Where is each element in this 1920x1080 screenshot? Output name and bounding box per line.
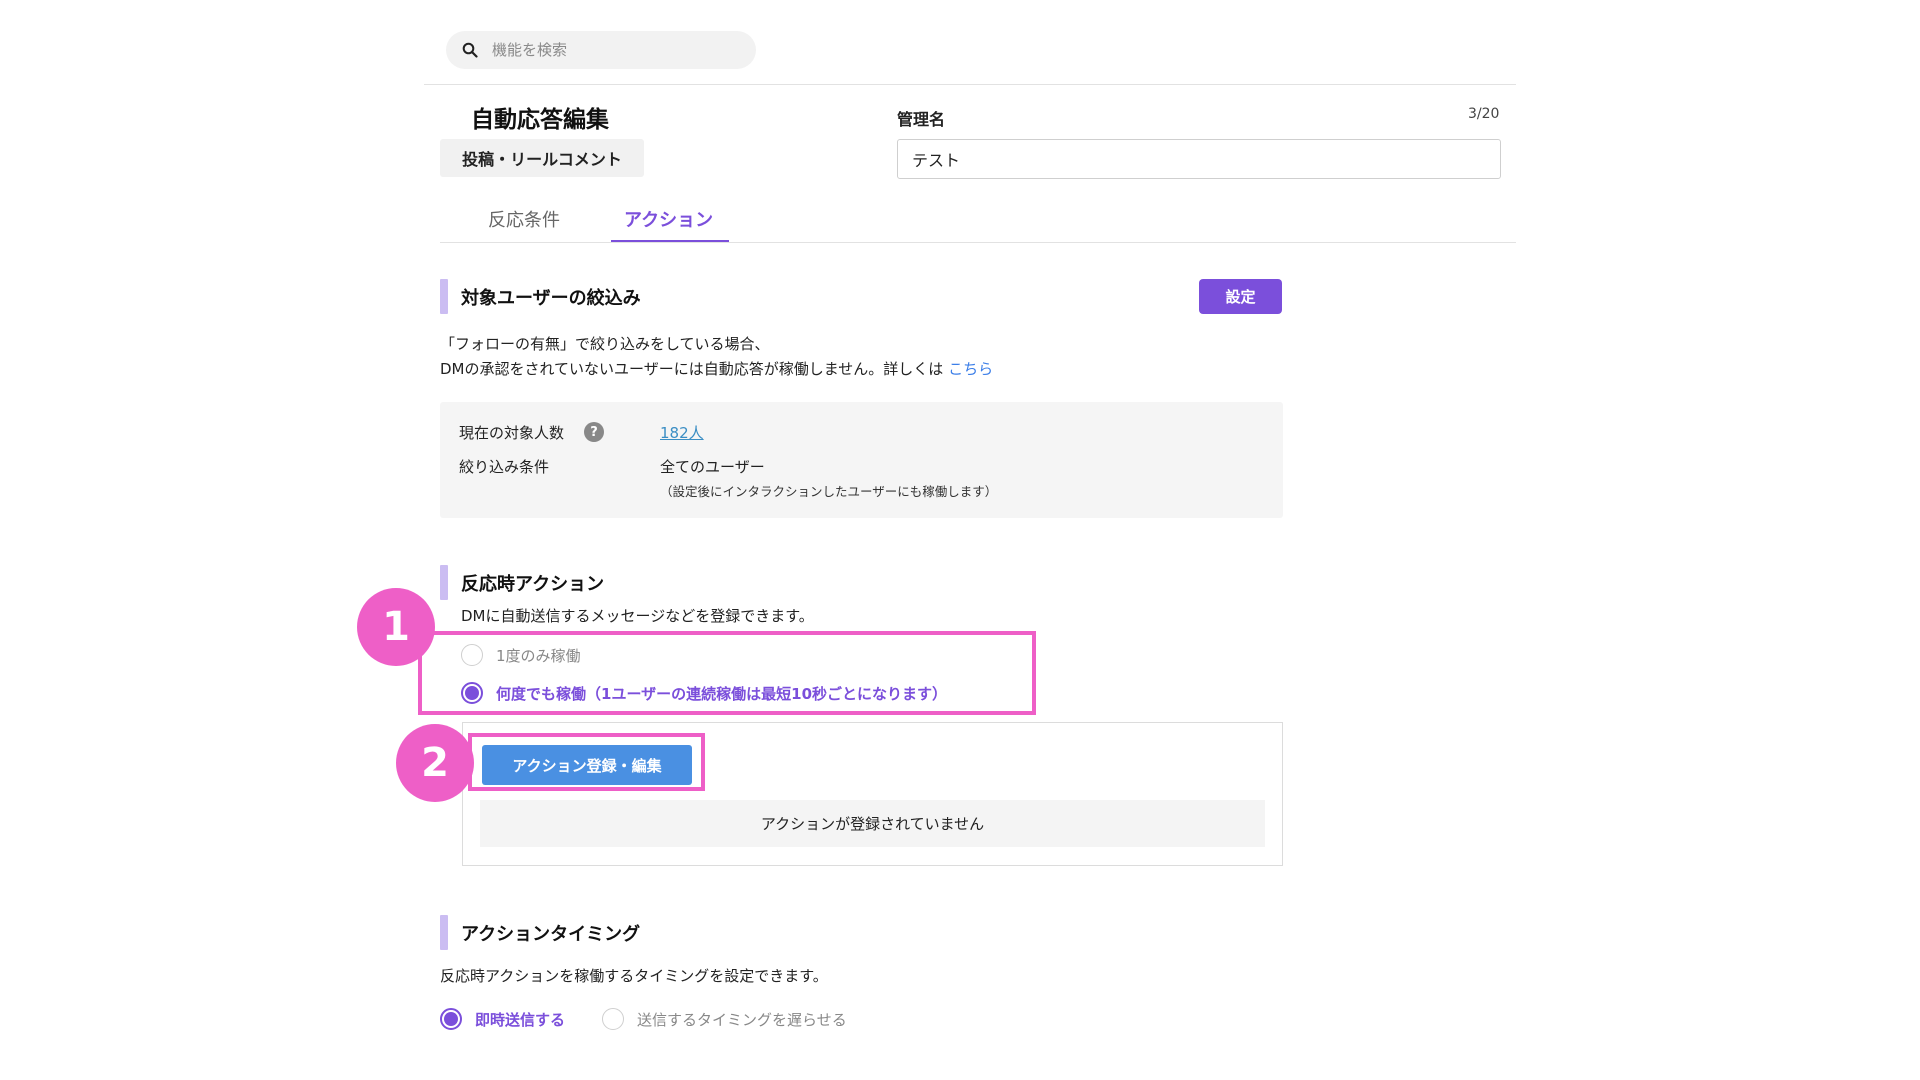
section-title-timing: アクションタイミング (461, 924, 641, 945)
settings-button[interactable]: 設定 (1199, 279, 1282, 314)
filter-label: 絞り込み条件 (459, 458, 550, 476)
radio-delay[interactable] (602, 1008, 624, 1030)
radio-delay-label[interactable]: 送信するタイミングを遅らせる (637, 1009, 847, 1030)
radio-repeat[interactable] (461, 682, 483, 704)
target-info-box (440, 402, 1283, 518)
target-count-link[interactable]: 182人 (660, 422, 704, 443)
search-bar[interactable] (446, 31, 756, 69)
tabs-divider (440, 242, 1516, 243)
page-title: 自動応答編集 (471, 107, 609, 133)
radio-once[interactable] (461, 644, 483, 666)
search-icon (462, 42, 478, 58)
step-badge-1: 1 (357, 588, 435, 666)
count-label: 現在の対象人数 (459, 424, 565, 442)
name-counter: 3/20 (1468, 106, 1500, 122)
radio-immediate-label[interactable]: 即時送信する (475, 1009, 565, 1030)
name-label: 管理名 (897, 110, 946, 129)
section-marker (440, 279, 448, 314)
search-input[interactable] (492, 41, 732, 59)
desc-line-2-text: DMの承認をされていないユーザーには自動応答が稼働しません。詳しくは (440, 360, 944, 378)
section-title-target-users: 対象ユーザーの絞込み (461, 288, 641, 309)
empty-actions-message: アクションが登録されていません (480, 800, 1265, 847)
header-divider (424, 84, 1516, 85)
target-users-description: 「フォローの有無」で絞り込みをしている場合、 DMの承認をされていないユーザーに… (440, 332, 993, 382)
radio-repeat-label[interactable]: 何度でも稼働（1ユーザーの連続稼働は最短10秒ごとになります） (496, 683, 947, 704)
tab-reaction-conditions[interactable]: 反応条件 (488, 206, 560, 246)
name-input[interactable] (897, 139, 1501, 179)
filter-value: 全てのユーザー (660, 458, 765, 476)
timing-description: 反応時アクションを稼働するタイミングを設定できます。 (440, 967, 828, 985)
step-badge-2: 2 (396, 724, 474, 802)
help-icon[interactable]: ? (584, 422, 604, 442)
radio-immediate[interactable] (440, 1008, 462, 1030)
section-marker (440, 565, 448, 600)
desc-line-2: DMの承認をされていないユーザーには自動応答が稼働しません。詳しくは こちら (440, 357, 993, 382)
register-action-button[interactable]: アクション登録・編集 (482, 745, 692, 785)
filter-note: （設定後にインタラクションしたユーザーにも稼働します） (660, 484, 998, 499)
desc-line-1: 「フォローの有無」で絞り込みをしている場合、 (440, 335, 770, 353)
details-link[interactable]: こちら (948, 360, 993, 378)
section-marker (440, 915, 448, 950)
radio-once-label[interactable]: 1度のみ稼働 (496, 645, 581, 666)
type-chip: 投稿・リールコメント (440, 139, 644, 177)
reaction-action-description: DMに自動送信するメッセージなどを登録できます。 (461, 607, 814, 625)
section-title-reaction-action: 反応時アクション (461, 574, 605, 595)
